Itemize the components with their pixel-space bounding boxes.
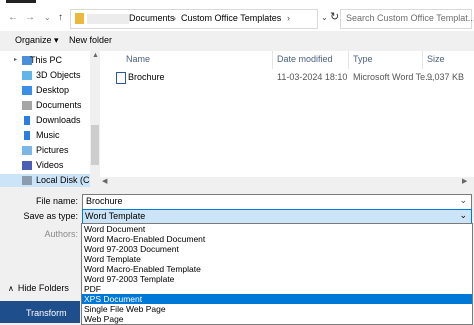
- column-divider[interactable]: [348, 51, 349, 69]
- toolbar: Organize ▾ New folder: [0, 31, 474, 51]
- sidebar-item-videos[interactable]: Videos: [0, 159, 90, 174]
- column-header-size[interactable]: Size: [427, 54, 445, 64]
- address-row: ← → ⌄ ↑ Documents › Custom Office Templa…: [0, 6, 474, 31]
- option-word-macro-template[interactable]: Word Macro-Enabled Template: [82, 264, 472, 274]
- breadcrumb-documents[interactable]: Documents: [129, 13, 175, 24]
- chevron-down-icon[interactable]: ⌄: [459, 210, 467, 221]
- folder-icon: [75, 13, 84, 24]
- sidebar-item-music[interactable]: Music: [0, 129, 90, 144]
- transform-label: Transform: [26, 308, 67, 318]
- authors-label: Authors:: [44, 229, 78, 239]
- navigation-pane: ▸ This PC 3D Objects Desktop Documents D…: [0, 51, 95, 189]
- option-word-macro-document[interactable]: Word Macro-Enabled Document: [82, 234, 472, 244]
- sidebar-item-documents[interactable]: Documents: [0, 99, 90, 114]
- sidebar-item-label: Pictures: [36, 145, 69, 155]
- option-word-template[interactable]: Word Template: [82, 254, 472, 264]
- scrollbar-thumb[interactable]: [91, 125, 99, 165]
- up-button[interactable]: ↑: [58, 12, 63, 24]
- hide-folders-label: Hide Folders: [17, 283, 69, 293]
- column-header-name[interactable]: Name: [126, 54, 150, 64]
- file-name-input[interactable]: Brochure ⌄: [82, 194, 472, 210]
- download-icon: [24, 116, 30, 125]
- sidebar-item-this-pc[interactable]: ▸ This PC: [0, 54, 90, 69]
- forward-button[interactable]: →: [25, 12, 35, 24]
- search-input[interactable]: Search Custom Office Templat...: [340, 9, 474, 29]
- cube-icon: [22, 71, 32, 80]
- option-pdf[interactable]: PDF: [82, 284, 472, 294]
- chevron-up-icon: ∧: [8, 284, 14, 293]
- file-type-cell: Microsoft Word Te...: [353, 72, 433, 82]
- file-size-cell: 9,037 KB: [427, 72, 465, 82]
- sidebar-item-label: Local Disk (C:): [36, 175, 96, 185]
- recent-locations-button[interactable]: ⌄: [44, 12, 51, 24]
- horizontal-scrollbar[interactable]: ◀ ▶: [100, 177, 474, 187]
- sidebar-item-3d-objects[interactable]: 3D Objects: [0, 69, 90, 84]
- breadcrumb-separator[interactable]: ›: [287, 13, 290, 23]
- expand-chevron-icon[interactable]: ▸: [14, 56, 17, 63]
- breadcrumb-custom-office-templates[interactable]: Custom Office Templates: [181, 13, 281, 24]
- option-word-97-2003-document[interactable]: Word 97-2003 Document: [82, 244, 472, 254]
- desktop-icon: [22, 86, 32, 95]
- documents-icon: [22, 101, 32, 110]
- sidebar-item-label: 3D Objects: [36, 70, 81, 80]
- file-name-value: Brochure: [86, 196, 123, 206]
- music-icon: [24, 131, 30, 140]
- sidebar-item-desktop[interactable]: Desktop: [0, 84, 90, 99]
- sidebar-item-label: This PC: [30, 55, 63, 65]
- disk-icon: [22, 176, 32, 185]
- organize-button[interactable]: Organize ▾: [15, 35, 59, 46]
- address-dropdown-icon[interactable]: ⌄: [321, 13, 328, 22]
- back-button[interactable]: ←: [8, 12, 18, 24]
- save-as-type-select[interactable]: Word Template ⌄: [82, 209, 472, 224]
- file-name-cell: Brochure: [128, 72, 165, 82]
- option-word-97-2003-template[interactable]: Word 97-2003 Template: [82, 274, 472, 284]
- column-divider[interactable]: [422, 51, 423, 69]
- word-document-icon: [116, 72, 126, 84]
- pictures-icon: [22, 146, 32, 155]
- refresh-icon[interactable]: ↻: [330, 10, 339, 23]
- scroll-right-arrow-icon[interactable]: ▶: [462, 177, 467, 185]
- scroll-left-arrow-icon[interactable]: ◀: [102, 177, 107, 185]
- column-header-date[interactable]: Date modified: [277, 54, 333, 64]
- sidebar-item-downloads[interactable]: Downloads: [0, 114, 90, 129]
- column-header-type[interactable]: Type: [353, 54, 373, 64]
- hide-folders-button[interactable]: ∧ Hide Folders: [8, 283, 69, 293]
- column-divider[interactable]: [272, 51, 273, 69]
- new-folder-button[interactable]: New folder: [69, 35, 112, 45]
- scroll-up-arrow-icon[interactable]: ▲: [92, 52, 99, 59]
- sidebar-item-label: Downloads: [36, 115, 81, 125]
- save-type-dropdown-list[interactable]: Word Document Word Macro-Enabled Documen…: [81, 223, 473, 325]
- file-date-cell: 11-03-2024 18:10: [277, 72, 348, 82]
- breadcrumb-separator[interactable]: ›: [173, 13, 176, 23]
- videos-icon: [22, 161, 32, 170]
- option-xps-document[interactable]: XPS Document: [82, 294, 472, 304]
- file-list: Name Date modified Type Size Brochure 11…: [100, 51, 474, 187]
- file-name-dropdown-icon[interactable]: ⌄: [459, 195, 467, 206]
- sidebar-item-pictures[interactable]: Pictures: [0, 144, 90, 159]
- option-single-file-web-page[interactable]: Single File Web Page: [82, 304, 472, 314]
- sidebar-item-label: Music: [36, 130, 60, 140]
- save-as-type-label: Save as type:: [23, 211, 78, 221]
- sidebar-item-label: Desktop: [36, 85, 70, 95]
- sidebar-item-label: Videos: [36, 160, 64, 170]
- table-row[interactable]: Brochure 11-03-2024 18:10 Microsoft Word…: [100, 70, 474, 85]
- save-as-type-value: Word Template: [85, 211, 146, 221]
- address-bar[interactable]: Documents › Custom Office Templates ›: [70, 9, 318, 29]
- redacted-path: [87, 14, 129, 24]
- sidebar-item-label: Documents: [36, 100, 82, 110]
- file-name-label: File name:: [35, 196, 78, 206]
- navigation-scrollbar[interactable]: ▲: [90, 51, 100, 187]
- title-text-remnant: [6, 0, 36, 3]
- option-word-document[interactable]: Word Document: [82, 224, 472, 234]
- search-placeholder: Search Custom Office Templat...: [346, 13, 474, 23]
